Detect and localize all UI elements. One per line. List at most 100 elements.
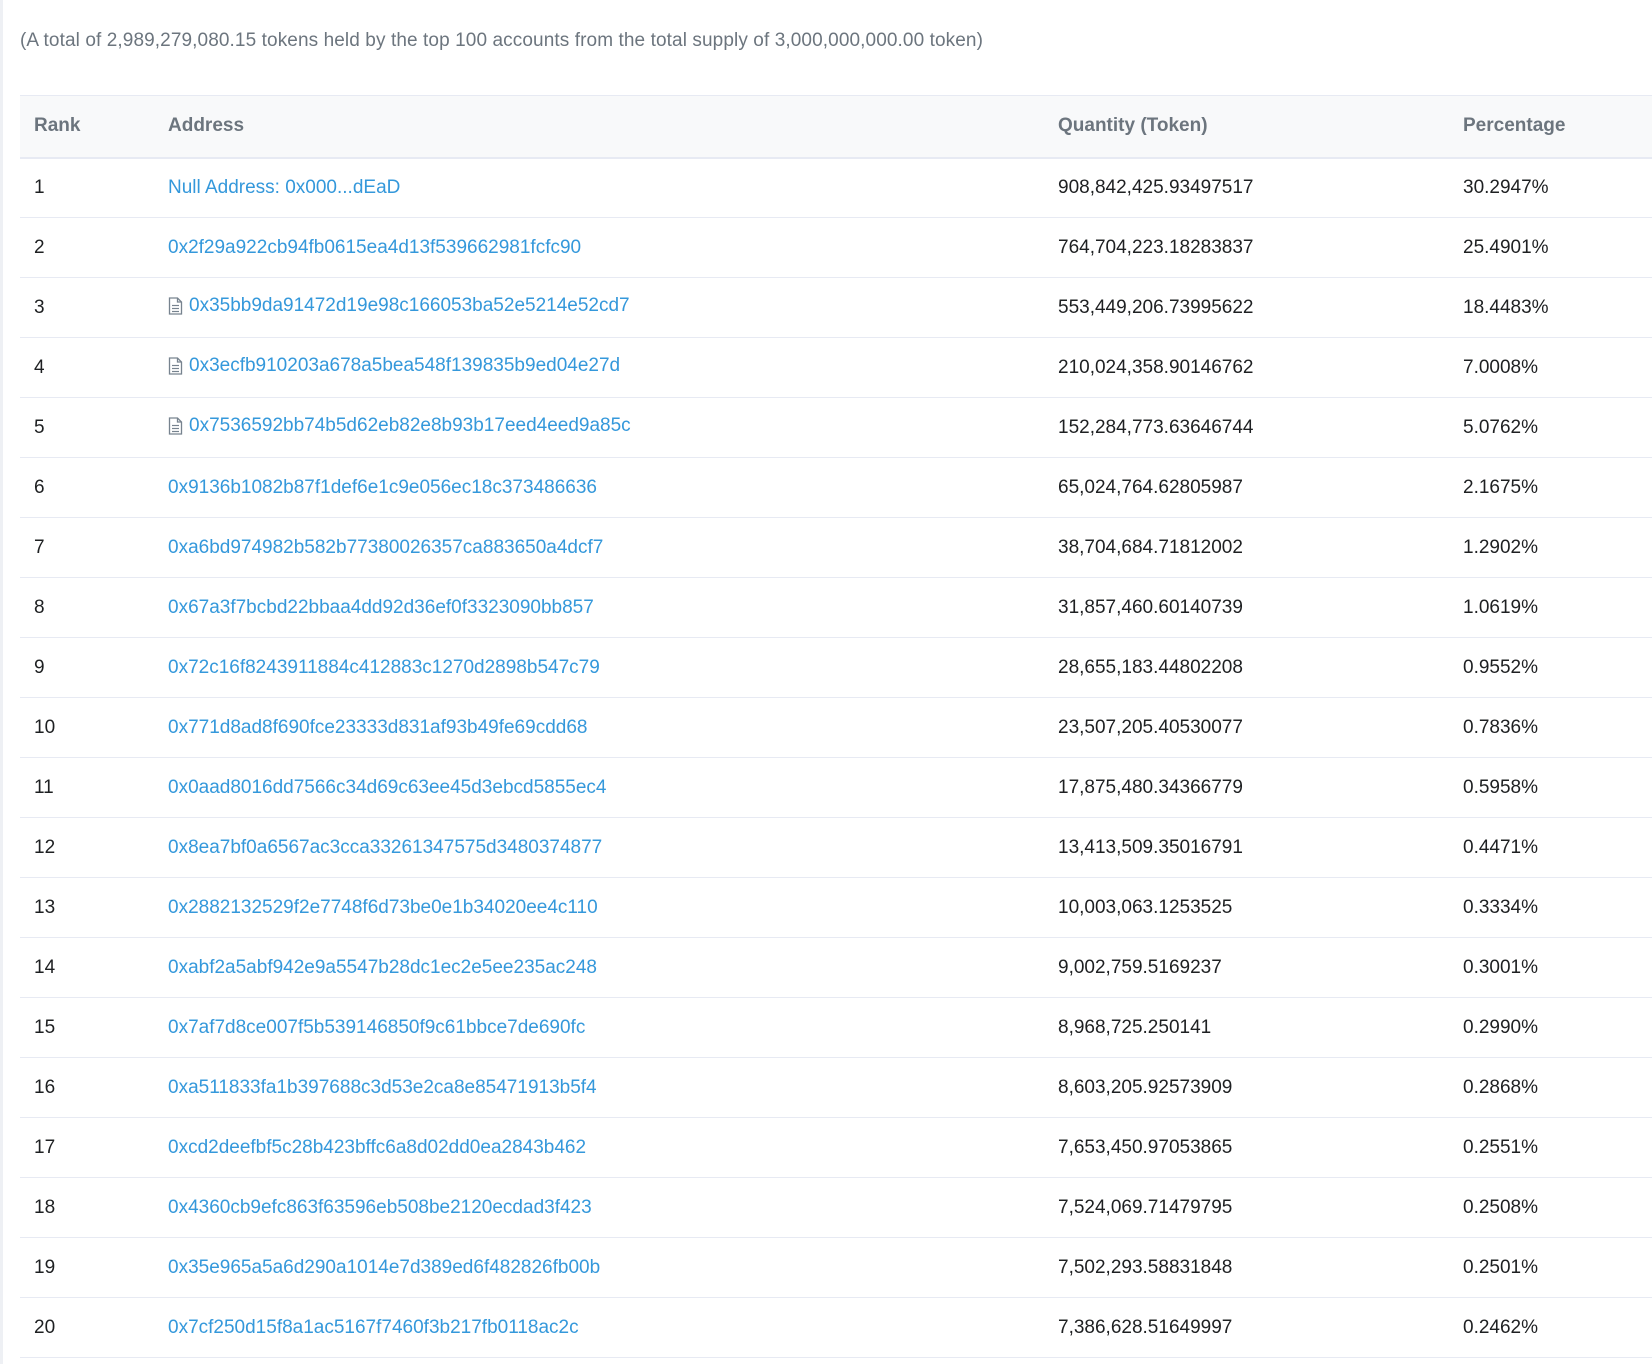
- holder-address-link[interactable]: 0x2882132529f2e7748f6d73be0e1b34020ee4c1…: [168, 897, 598, 919]
- quantity-cell: 7,386,628.51649997: [1044, 1297, 1449, 1358]
- address-cell: 0xa511833fa1b397688c3d53e2ca8e85471913b5…: [154, 1057, 1044, 1118]
- table-row: 6 0x9136b1082b87f1def6e1c9e056ec18c373486…: [20, 457, 1652, 518]
- percentage-cell: 1.2902%: [1449, 517, 1652, 578]
- quantity-cell: 553,449,206.73995622: [1044, 277, 1449, 338]
- address-cell: 0x771d8ad8f690fce23333d831af93b49fe69cdd…: [154, 697, 1044, 758]
- rank-cell: 5: [20, 397, 154, 458]
- rank-cell: 10: [20, 697, 154, 758]
- rank-cell: 12: [20, 817, 154, 878]
- quantity-cell: 7,502,293.58831848: [1044, 1237, 1449, 1298]
- table-row: 13 0x2882132529f2e7748f6d73be0e1b34020ee4…: [20, 877, 1652, 938]
- token-holders-page: (A total of 2,989,279,080.15 tokens held…: [0, 0, 1652, 1364]
- table-row: 18 0x4360cb9efc863f63596eb508be2120ecdad3…: [20, 1177, 1652, 1238]
- rank-cell: 8: [20, 577, 154, 638]
- rank-cell: 4: [20, 337, 154, 398]
- holder-address-link[interactable]: 0x7cf250d15f8a1ac5167f7460f3b217fb0118ac…: [168, 1317, 579, 1339]
- holder-address-link[interactable]: 0x72c16f8243911884c412883c1270d2898b547c…: [168, 657, 600, 679]
- quantity-cell: 8,968,725.250141: [1044, 997, 1449, 1058]
- header-quantity: Quantity (Token): [1044, 95, 1449, 159]
- rank-cell: 9: [20, 637, 154, 698]
- percentage-cell: 0.3001%: [1449, 937, 1652, 998]
- holder-address-link[interactable]: 0x35bb9da91472d19e98c166053ba52e5214e52c…: [168, 295, 630, 317]
- holder-address-link[interactable]: 0x8ea7bf0a6567ac3cca33261347575d34803748…: [168, 837, 602, 859]
- address-cell: 0x2882132529f2e7748f6d73be0e1b34020ee4c1…: [154, 877, 1044, 938]
- holder-address-link[interactable]: 0x4360cb9efc863f63596eb508be2120ecdad3f4…: [168, 1197, 592, 1219]
- address-cell: 0x7536592bb74b5d62eb82e8b93b17eed4eed9a8…: [154, 397, 1044, 458]
- address-cell: 0x72c16f8243911884c412883c1270d2898b547c…: [154, 637, 1044, 698]
- address-cell: 0xa6bd974982b582b77380026357ca883650a4dc…: [154, 517, 1044, 578]
- address-cell: 0x35bb9da91472d19e98c166053ba52e5214e52c…: [154, 277, 1044, 338]
- table-row: 1 Null Address: 0x000...dEaD 908,842,425.9…: [20, 157, 1652, 218]
- table-row: 3 0x35bb9da91472d19e98c166053ba52e5214e52…: [20, 277, 1652, 338]
- table-row: 5 0x7536592bb74b5d62eb82e8b93b17eed4eed9a…: [20, 397, 1652, 458]
- rank-cell: 6: [20, 457, 154, 518]
- contract-document-icon: [168, 356, 183, 375]
- table-row: 12 0x8ea7bf0a6567ac3cca33261347575d348037…: [20, 817, 1652, 878]
- percentage-cell: 0.2508%: [1449, 1177, 1652, 1238]
- percentage-cell: 0.4471%: [1449, 817, 1652, 878]
- address-cell: 0x4360cb9efc863f63596eb508be2120ecdad3f4…: [154, 1177, 1044, 1238]
- quantity-cell: 764,704,223.18283837: [1044, 217, 1449, 278]
- percentage-cell: 0.3334%: [1449, 877, 1652, 938]
- percentage-cell: 0.5958%: [1449, 757, 1652, 818]
- percentage-cell: 5.0762%: [1449, 397, 1652, 458]
- table-row: 11 0x0aad8016dd7566c34d69c63ee45d3ebcd585…: [20, 757, 1652, 818]
- percentage-cell: 0.7836%: [1449, 697, 1652, 758]
- contract-document-icon: [168, 416, 183, 435]
- quantity-cell: 908,842,425.93497517: [1044, 157, 1449, 218]
- rank-cell: 15: [20, 997, 154, 1058]
- holder-address-text: 0x9136b1082b87f1def6e1c9e056ec18c3734866…: [168, 476, 597, 498]
- holder-address-link[interactable]: 0xcd2deefbf5c28b423bffc6a8d02dd0ea2843b4…: [168, 1137, 586, 1159]
- holder-address-link[interactable]: 0x9136b1082b87f1def6e1c9e056ec18c3734866…: [168, 477, 597, 499]
- holders-summary: (A total of 2,989,279,080.15 tokens held…: [20, 30, 984, 51]
- holder-address-text: 0x4360cb9efc863f63596eb508be2120ecdad3f4…: [168, 1196, 592, 1218]
- quantity-cell: 210,024,358.90146762: [1044, 337, 1449, 398]
- quantity-cell: 7,524,069.71479795: [1044, 1177, 1449, 1238]
- rank-cell: 7: [20, 517, 154, 578]
- holder-address-text: 0xa6bd974982b582b77380026357ca883650a4dc…: [168, 536, 604, 558]
- rank-cell: 2: [20, 217, 154, 278]
- holder-address-text: 0x35bb9da91472d19e98c166053ba52e5214e52c…: [189, 294, 630, 316]
- holder-address-link[interactable]: 0x0aad8016dd7566c34d69c63ee45d3ebcd5855e…: [168, 777, 606, 799]
- address-cell: 0xabf2a5abf942e9a5547b28dc1ec2e5ee235ac2…: [154, 937, 1044, 998]
- holder-address-text: 0x7cf250d15f8a1ac5167f7460f3b217fb0118ac…: [168, 1316, 579, 1338]
- table-row: 19 0x35e965a5a6d290a1014e7d389ed6f482826f…: [20, 1237, 1652, 1298]
- table-row: 7 0xa6bd974982b582b77380026357ca883650a4d…: [20, 517, 1652, 578]
- percentage-cell: 0.9552%: [1449, 637, 1652, 698]
- percentage-cell: 0.2551%: [1449, 1117, 1652, 1178]
- quantity-cell: 65,024,764.62805987: [1044, 457, 1449, 518]
- holder-address-link[interactable]: 0xa6bd974982b582b77380026357ca883650a4dc…: [168, 537, 603, 559]
- holder-address-link[interactable]: 0x2f29a922cb94fb0615ea4d13f539662981fcfc…: [168, 237, 581, 259]
- holder-address-link[interactable]: 0x7536592bb74b5d62eb82e8b93b17eed4eed9a8…: [168, 415, 631, 437]
- rank-cell: 17: [20, 1117, 154, 1178]
- holder-address-text: 0x771d8ad8f690fce23333d831af93b49fe69cdd…: [168, 716, 588, 738]
- rank-cell: 18: [20, 1177, 154, 1238]
- table-row: 15 0x7af7d8ce007f5b539146850f9c61bbce7de6…: [20, 997, 1652, 1058]
- holder-address-link[interactable]: 0x35e965a5a6d290a1014e7d389ed6f482826fb0…: [168, 1257, 600, 1279]
- table-row: 10 0x771d8ad8f690fce23333d831af93b49fe69c…: [20, 697, 1652, 758]
- holder-address-link[interactable]: 0xa511833fa1b397688c3d53e2ca8e85471913b5…: [168, 1077, 597, 1099]
- holder-address-link[interactable]: Null Address: 0x000...dEaD: [168, 177, 400, 199]
- address-cell: Null Address: 0x000...dEaD: [154, 157, 1044, 218]
- rank-cell: 1: [20, 157, 154, 218]
- percentage-cell: 0.2501%: [1449, 1237, 1652, 1298]
- quantity-cell: 23,507,205.40530077: [1044, 697, 1449, 758]
- header-rank: Rank: [20, 95, 154, 159]
- header-address: Address: [154, 95, 1044, 159]
- table-row: 9 0x72c16f8243911884c412883c1270d2898b547…: [20, 637, 1652, 698]
- holder-address-text: 0x2f29a922cb94fb0615ea4d13f539662981fcfc…: [168, 236, 582, 258]
- holder-address-text: 0xcd2deefbf5c28b423bffc6a8d02dd0ea2843b4…: [168, 1136, 587, 1158]
- holders-table-body: 1 Null Address: 0x000...dEaD 908,842,425.9…: [20, 157, 1652, 1358]
- holder-address-link[interactable]: 0x7af7d8ce007f5b539146850f9c61bbce7de690…: [168, 1017, 585, 1039]
- quantity-cell: 8,603,205.92573909: [1044, 1057, 1449, 1118]
- table-header-row: Rank Address Quantity (Token) Percentage: [20, 95, 1652, 159]
- percentage-cell: 30.2947%: [1449, 157, 1652, 218]
- holder-address-link[interactable]: 0xabf2a5abf942e9a5547b28dc1ec2e5ee235ac2…: [168, 957, 597, 979]
- holder-address-link[interactable]: 0x771d8ad8f690fce23333d831af93b49fe69cdd…: [168, 717, 587, 739]
- percentage-cell: 0.2868%: [1449, 1057, 1652, 1118]
- holder-address-link[interactable]: 0x3ecfb910203a678a5bea548f139835b9ed04e2…: [168, 355, 620, 377]
- address-cell: 0x35e965a5a6d290a1014e7d389ed6f482826fb0…: [154, 1237, 1044, 1298]
- holder-address-link[interactable]: 0x67a3f7bcbd22bbaa4dd92d36ef0f3323090bb8…: [168, 597, 594, 619]
- rank-cell: 11: [20, 757, 154, 818]
- quantity-cell: 7,653,450.97053865: [1044, 1117, 1449, 1178]
